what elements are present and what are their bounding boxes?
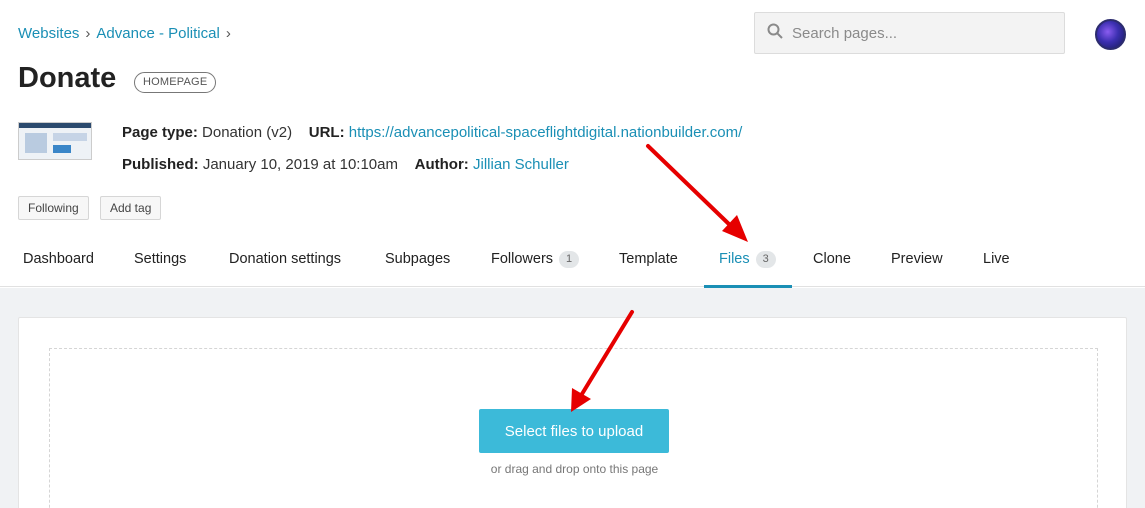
page-type-value: Donation (v2) <box>202 124 293 141</box>
tab-label: Subpages <box>385 251 451 267</box>
tab-subpages[interactable]: Subpages <box>385 232 450 286</box>
published-value: January 10, 2019 at 10:10am <box>202 156 398 173</box>
add-tag-button[interactable]: Add tag <box>100 196 162 220</box>
tab-label: Clone <box>813 251 851 267</box>
following-button[interactable]: Following <box>18 196 89 220</box>
meta-row-2: Published: January 10, 2019 at 10:10am A… <box>122 156 569 173</box>
tab-label: Preview <box>891 251 943 267</box>
author-link[interactable]: Jillian Schuller <box>473 156 569 173</box>
tab-label: Live <box>983 251 1010 267</box>
tab-label: Template <box>619 251 678 267</box>
breadcrumb-websites[interactable]: Websites <box>18 25 79 42</box>
tab-label: Settings <box>134 251 187 267</box>
tab-settings[interactable]: Settings <box>134 232 186 286</box>
tab-template[interactable]: Template <box>619 232 678 286</box>
annotation-arrow-files-tab <box>646 144 748 242</box>
url-link[interactable]: https://advancepolitical-spaceflightdigi… <box>349 124 743 141</box>
breadcrumb: Websites › Advance - Political › <box>18 25 231 42</box>
tab-label: Followers <box>491 251 554 267</box>
search-box[interactable] <box>754 12 1065 54</box>
breadcrumb-separator: › <box>225 25 231 42</box>
main-content: Select files to upload or drag and drop … <box>0 288 1145 508</box>
published-label: Published: <box>122 156 199 173</box>
tab-dashboard[interactable]: Dashboard <box>23 232 94 286</box>
page-title: Donate <box>18 62 117 94</box>
tab-label: Donation settings <box>229 251 342 267</box>
meta-row-1: Page type: Donation (v2) URL: https://ad… <box>122 124 742 141</box>
author-label: Author: <box>414 156 469 173</box>
url-label: URL: <box>308 124 345 141</box>
files-panel: Select files to upload or drag and drop … <box>18 317 1127 508</box>
tab-label: Files <box>719 251 750 267</box>
tab-clone[interactable]: Clone <box>813 232 851 286</box>
page-type-label: Page type: <box>122 124 198 141</box>
tab-followers[interactable]: Followers 1 <box>491 232 580 286</box>
drag-drop-hint: or drag and drop onto this page <box>490 462 659 476</box>
tab-files[interactable]: Files 3 <box>704 232 792 288</box>
homepage-badge: HOMEPAGE <box>134 72 217 93</box>
search-icon <box>767 23 783 44</box>
file-dropzone[interactable]: Select files to upload or drag and drop … <box>49 348 1098 508</box>
breadcrumb-separator: › <box>85 25 91 42</box>
tab-live[interactable]: Live <box>983 232 1010 286</box>
tab-donation-settings[interactable]: Donation settings <box>229 232 341 286</box>
page-thumbnail <box>18 122 92 160</box>
files-count-badge: 3 <box>755 250 776 268</box>
search-input[interactable] <box>792 24 1042 42</box>
avatar[interactable] <box>1095 19 1126 50</box>
breadcrumb-advance-political[interactable]: Advance - Political <box>96 25 219 42</box>
followers-count-badge: 1 <box>559 250 580 268</box>
select-files-button[interactable]: Select files to upload <box>479 409 669 453</box>
tab-label: Dashboard <box>23 251 94 267</box>
tab-preview[interactable]: Preview <box>891 232 943 286</box>
tab-bar: Dashboard Settings Donation settings Sub… <box>0 232 1145 288</box>
